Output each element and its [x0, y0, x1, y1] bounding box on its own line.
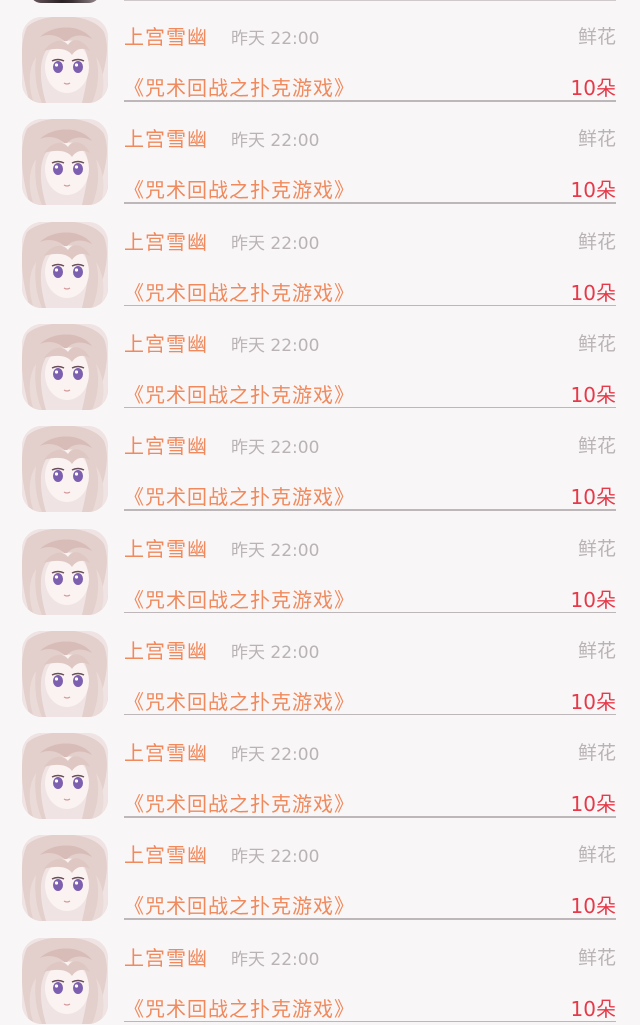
user-name[interactable]: 上宫雪幽 [124, 123, 208, 152]
book-title-link[interactable]: 《咒术回战之扑克游戏》 [124, 277, 355, 306]
avatar-image-icon [22, 323, 108, 410]
gift-type-label: 鲜花 [577, 230, 616, 253]
book-title-link[interactable]: 《咒术回战之扑克游戏》 [124, 174, 355, 203]
user-name[interactable]: 上宫雪幽 [124, 533, 208, 562]
row-divider [124, 304, 616, 307]
book-title-link[interactable]: 《咒术回战之扑克游戏》 [124, 584, 355, 613]
avatar-image-icon [22, 221, 108, 308]
book-title-link[interactable]: 《咒术回战之扑克游戏》 [124, 788, 355, 817]
gift-count: 10朵 [570, 792, 616, 817]
gift-type-label: 鲜花 [577, 639, 616, 662]
avatar-image-icon [22, 426, 108, 513]
avatar[interactable] [22, 323, 108, 410]
gift-type-label: 鲜花 [577, 742, 616, 765]
gift-count: 10朵 [570, 894, 616, 919]
avatar-image-icon [22, 937, 108, 1024]
avatar[interactable] [22, 17, 108, 103]
list-item[interactable]: 上宫雪幽 昨天 22:00 鲜花 《咒术回战之扑克游戏》 10朵 [0, 2, 640, 104]
avatar[interactable] [22, 528, 108, 615]
timestamp: 昨天 22:00 [231, 949, 320, 970]
gift-count: 10朵 [570, 689, 616, 714]
list-item[interactable]: 上宫雪幽 昨天 22:00 鲜花 《咒术回战之扑克游戏》 10朵 [0, 309, 640, 411]
book-title-link[interactable]: 《咒术回战之扑克游戏》 [124, 890, 355, 919]
avatar[interactable] [22, 221, 108, 308]
list-item[interactable]: 上宫雪幽 昨天 22:00 鲜花 《咒术回战之扑克游戏》 10朵 [0, 104, 640, 206]
user-name[interactable]: 上宫雪幽 [124, 328, 208, 357]
avatar-image-icon [22, 733, 108, 820]
row-divider [124, 406, 616, 409]
book-title-link[interactable]: 《咒术回战之扑克游戏》 [124, 686, 355, 715]
timestamp: 昨天 22:00 [231, 233, 320, 254]
user-name[interactable]: 上宫雪幽 [124, 839, 208, 868]
avatar[interactable] [22, 426, 108, 513]
user-name[interactable]: 上宫雪幽 [124, 226, 208, 255]
list-item[interactable]: 上宫雪幽 昨天 22:00 鲜花 《咒术回战之扑克游戏》 10朵 [0, 718, 640, 820]
list-item[interactable]: 上宫雪幽 昨天 22:00 鲜花 《咒术回战之扑克游戏》 10朵 [0, 820, 640, 922]
gift-count: 10朵 [570, 587, 616, 612]
timestamp: 昨天 22:00 [231, 29, 320, 49]
list-item[interactable]: 上宫雪幽 昨天 22:00 鲜花 《咒术回战之扑克游戏》 10朵 [0, 411, 640, 513]
avatar[interactable] [22, 835, 108, 922]
avatar-image-icon [22, 17, 108, 103]
gift-count: 10朵 [570, 382, 616, 407]
user-name[interactable]: 上宫雪幽 [124, 737, 208, 766]
list-item[interactable]: 上宫雪幽 昨天 22:00 鲜花 《咒术回战之扑克游戏》 10朵 [0, 923, 640, 1025]
avatar-image-icon [22, 528, 108, 615]
user-name[interactable]: 上宫雪幽 [124, 21, 208, 50]
timestamp: 昨天 22:00 [231, 438, 320, 459]
timestamp: 昨天 22:00 [231, 745, 320, 766]
avatar-image-icon [22, 835, 108, 922]
user-name[interactable]: 上宫雪幽 [124, 430, 208, 459]
timestamp: 昨天 22:00 [231, 131, 320, 152]
book-title-link[interactable]: 《咒术回战之扑克游戏》 [124, 481, 355, 510]
row-divider [124, 202, 616, 204]
gift-count: 10朵 [570, 76, 616, 100]
row-divider [124, 713, 616, 716]
gift-count: 10朵 [570, 178, 616, 203]
timestamp: 昨天 22:00 [231, 847, 320, 868]
avatar[interactable] [22, 119, 108, 206]
gift-type-label: 鲜花 [577, 946, 616, 969]
previous-divider [124, 0, 616, 1]
avatar[interactable] [22, 937, 108, 1024]
avatar[interactable] [22, 630, 108, 717]
gift-type-label: 鲜花 [577, 332, 616, 355]
list-item[interactable]: 上宫雪幽 昨天 22:00 鲜花 《咒术回战之扑克游戏》 10朵 [0, 616, 640, 718]
list-item[interactable]: 上宫雪幽 昨天 22:00 鲜花 《咒术回战之扑克游戏》 10朵 [0, 514, 640, 616]
gift-count: 10朵 [570, 996, 616, 1021]
row-divider [124, 816, 616, 818]
timestamp: 昨天 22:00 [231, 540, 320, 561]
row-divider [124, 100, 616, 102]
timestamp: 昨天 22:00 [231, 335, 320, 356]
row-divider [124, 918, 616, 920]
list-item[interactable]: 上宫雪幽 昨天 22:00 鲜花 《咒术回战之扑克游戏》 10朵 [0, 207, 640, 309]
gift-type-label: 鲜花 [577, 128, 616, 151]
gift-type-label: 鲜花 [577, 537, 616, 560]
avatar[interactable] [22, 733, 108, 820]
gift-type-label: 鲜花 [577, 844, 616, 867]
book-title-link[interactable]: 《咒术回战之扑克游戏》 [124, 993, 355, 1022]
gift-type-label: 鲜花 [577, 435, 616, 458]
gift-type-label: 鲜花 [577, 26, 616, 48]
user-name[interactable]: 上宫雪幽 [124, 942, 208, 971]
gift-count: 10朵 [570, 485, 616, 510]
gift-count: 10朵 [570, 280, 616, 305]
book-title-link[interactable]: 《咒术回战之扑克游戏》 [124, 379, 355, 408]
user-name[interactable]: 上宫雪幽 [124, 635, 208, 664]
row-divider [124, 509, 616, 511]
avatar-image-icon [22, 630, 108, 717]
book-title-link[interactable]: 《咒术回战之扑克游戏》 [124, 72, 355, 101]
avatar-image-icon [22, 119, 108, 206]
timestamp: 昨天 22:00 [231, 642, 320, 663]
row-divider [124, 611, 616, 613]
